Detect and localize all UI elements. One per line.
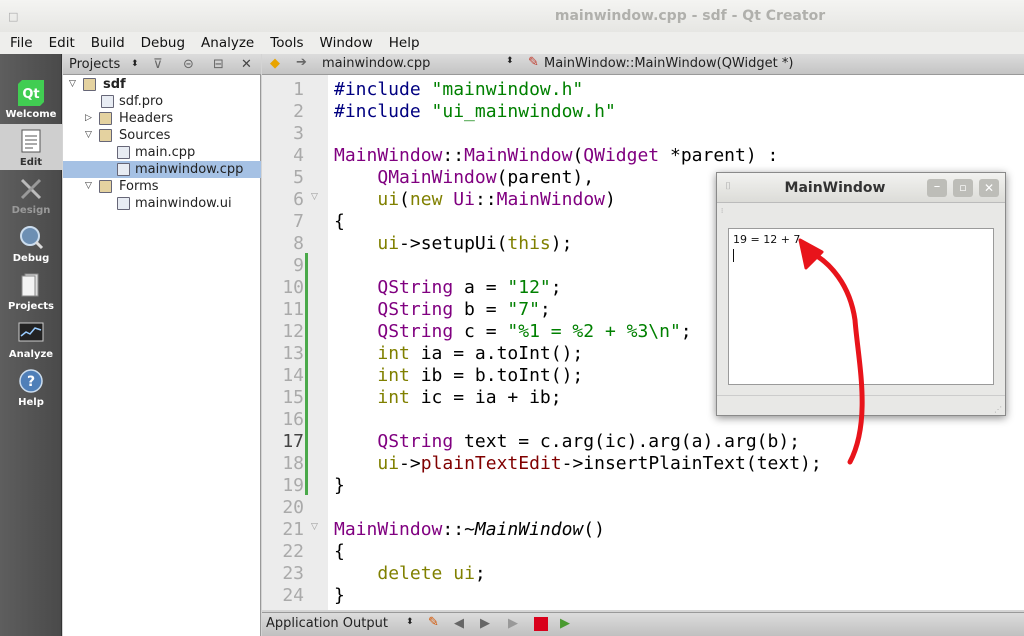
annotation-arrow xyxy=(807,249,865,465)
annotation-arrowhead xyxy=(798,238,824,270)
annotation-overlay xyxy=(798,238,865,465)
